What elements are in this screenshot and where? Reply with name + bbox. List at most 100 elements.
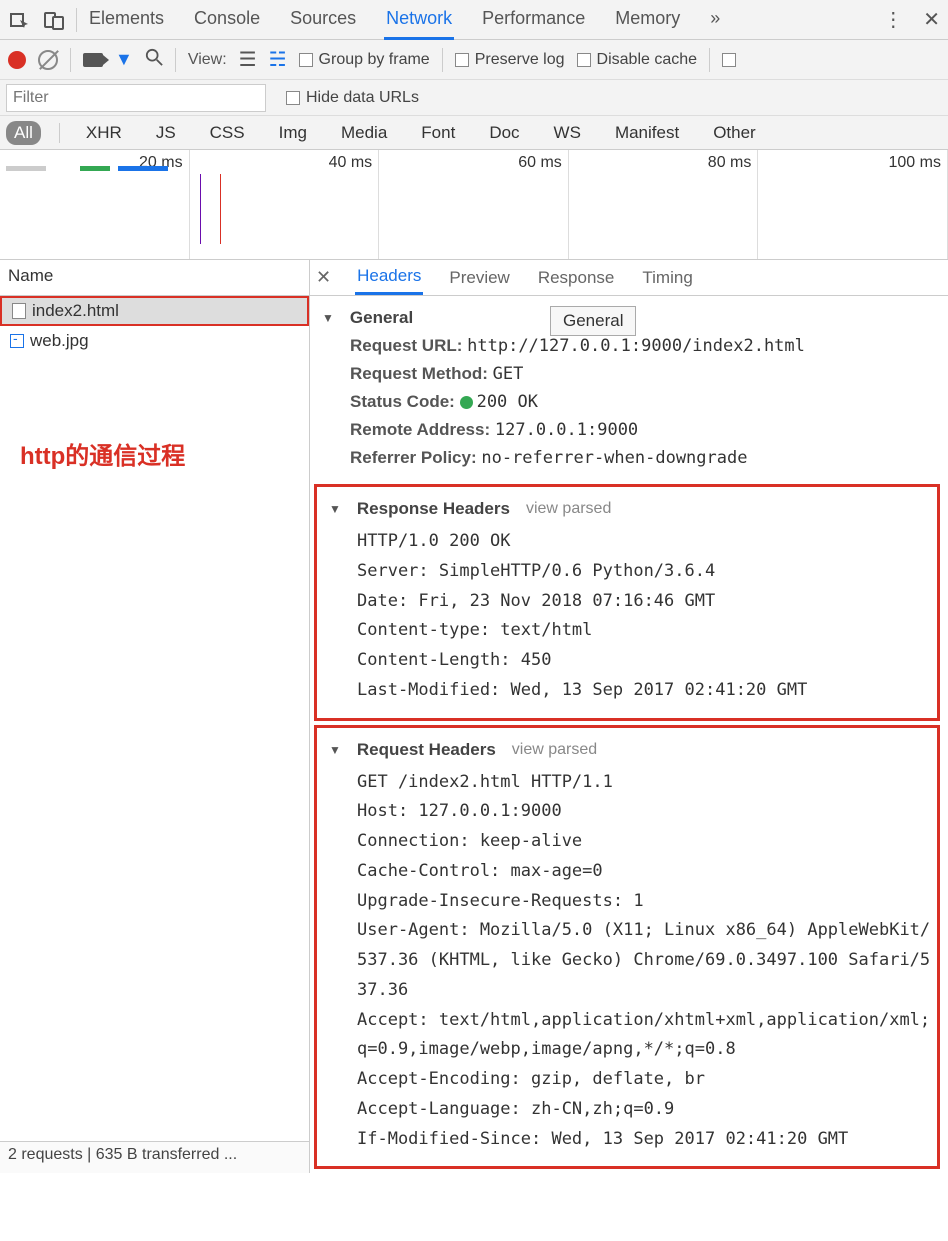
group-by-frame-checkbox[interactable]: Group by frame [299,51,430,69]
filter-row: Hide data URLs [0,80,948,116]
filter-js[interactable]: JS [148,121,184,145]
kv-request-method: Request Method: GET [310,360,948,388]
checkbox-icon[interactable] [577,53,591,67]
section-title: Request Headers [357,740,496,760]
tab-console[interactable]: Console [192,0,262,40]
offline-checkbox[interactable] [722,53,736,67]
main-tabs: Elements Console Sources Network Perform… [77,0,883,40]
network-status-bar: 2 requests | 635 B transferred ... [0,1141,309,1173]
waterfall-view-icon[interactable]: ☵ [269,47,287,72]
clear-button[interactable] [38,50,58,70]
name-column-header[interactable]: Name [0,260,309,296]
filter-img[interactable]: Img [271,121,315,145]
preserve-log-label: Preserve log [475,51,565,69]
record-button[interactable] [8,51,26,69]
filter-css[interactable]: CSS [202,121,253,145]
kebab-menu-icon[interactable]: ⋮ [883,7,903,32]
top-right-icons: ⋮ ✕ [883,7,940,32]
collapse-arrow-icon[interactable]: ▼ [329,502,341,516]
section-response-headers: ▼ Response Headers view parsed HTTP/1.0 … [317,487,937,718]
view-label: View: [188,51,227,69]
kv-request-url: Request URL: http://127.0.0.1:9000/index… [310,332,948,360]
kv-referrer-policy: Referrer Policy: no-referrer-when-downgr… [310,444,948,472]
filter-xhr[interactable]: XHR [78,121,130,145]
network-content: Name index2.html web.jpg http的通信过程 2 req… [0,260,948,1173]
timeline-overview[interactable]: 20 ms 40 ms 60 ms 80 ms 100 ms [0,150,948,260]
timeline-tick: 80 ms [708,154,752,172]
tab-network[interactable]: Network [384,0,454,40]
tab-more[interactable]: » [708,0,722,40]
tab-memory[interactable]: Memory [613,0,682,40]
section-response-head[interactable]: ▼ Response Headers view parsed [317,495,937,523]
status-dot-icon [460,396,473,409]
view-parsed-link[interactable]: view parsed [512,741,597,759]
request-name: index2.html [32,301,119,321]
view-parsed-link[interactable]: view parsed [526,500,611,518]
separator [709,48,710,72]
tab-sources[interactable]: Sources [288,0,358,40]
request-list-pane: Name index2.html web.jpg http的通信过程 2 req… [0,260,310,1173]
request-name: web.jpg [30,331,89,351]
network-toolbar: ▼ View: ☰ ☵ Group by frame Preserve log … [0,40,948,80]
tooltip-general: General [550,306,636,336]
filter-all[interactable]: All [6,121,41,145]
separator [70,48,71,72]
hide-data-urls-label: Hide data URLs [306,89,419,107]
kv-status-code: Status Code: 200 OK [310,388,948,416]
tab-response[interactable]: Response [536,262,617,294]
capture-screenshots-icon[interactable] [83,53,103,67]
request-list: index2.html web.jpg http的通信过程 [0,296,309,1141]
kv-remote-address: Remote Address: 127.0.0.1:9000 [310,416,948,444]
section-title: General [350,308,413,328]
toggle-device-icon[interactable] [42,8,66,32]
tab-performance[interactable]: Performance [480,0,587,40]
preserve-log-checkbox[interactable]: Preserve log [455,51,565,69]
disable-cache-checkbox[interactable]: Disable cache [577,51,698,69]
collapse-arrow-icon[interactable]: ▼ [322,311,334,325]
search-icon[interactable] [145,48,163,71]
details-tabs: ✕ Headers Preview Response Timing [310,260,948,296]
section-request-headers: ▼ Request Headers view parsed GET /index… [317,728,937,1167]
timeline-tick: 60 ms [518,154,562,172]
devtools-top-toolbar: Elements Console Sources Network Perform… [0,0,948,40]
separator [59,123,60,143]
filter-toggle-icon[interactable]: ▼ [115,49,133,70]
section-title: Response Headers [357,499,510,519]
section-request-head[interactable]: ▼ Request Headers view parsed [317,736,937,764]
response-headers-highlight: ▼ Response Headers view parsed HTTP/1.0 … [314,484,940,721]
tab-elements[interactable]: Elements [87,0,166,40]
large-rows-icon[interactable]: ☰ [239,47,257,72]
response-headers-raw: HTTP/1.0 200 OKServer: SimpleHTTP/0.6 Py… [317,523,937,710]
close-devtools-icon[interactable]: ✕ [923,7,940,32]
request-row-webjpg[interactable]: web.jpg [0,326,309,356]
separator [442,48,443,72]
request-headers-highlight: ▼ Request Headers view parsed GET /index… [314,725,940,1170]
tab-timing[interactable]: Timing [640,262,694,294]
image-icon [10,334,24,348]
filter-other[interactable]: Other [705,121,764,145]
filter-input[interactable] [6,84,266,112]
checkbox-icon[interactable] [286,91,300,105]
filter-doc[interactable]: Doc [481,121,527,145]
filter-ws[interactable]: WS [546,121,589,145]
tab-preview[interactable]: Preview [447,262,511,294]
filter-media[interactable]: Media [333,121,395,145]
annotation-text: http的通信过程 [0,356,309,471]
disable-cache-label: Disable cache [597,51,698,69]
checkbox-icon[interactable] [455,53,469,67]
request-row-index2[interactable]: index2.html [0,296,309,326]
filter-font[interactable]: Font [413,121,463,145]
tab-headers[interactable]: Headers [355,260,423,295]
inspect-element-icon[interactable] [8,8,32,32]
group-by-frame-label: Group by frame [319,51,430,69]
checkbox-icon[interactable] [299,53,313,67]
timeline-tick: 100 ms [889,154,941,172]
request-headers-raw: GET /index2.html HTTP/1.1Host: 127.0.0.1… [317,764,937,1159]
timeline-tick: 40 ms [329,154,373,172]
collapse-arrow-icon[interactable]: ▼ [329,743,341,757]
type-filters: All XHR JS CSS Img Media Font Doc WS Man… [0,116,948,150]
filter-manifest[interactable]: Manifest [607,121,687,145]
hide-data-urls-checkbox[interactable]: Hide data URLs [286,89,419,107]
close-details-icon[interactable]: ✕ [316,267,331,288]
separator [175,48,176,72]
